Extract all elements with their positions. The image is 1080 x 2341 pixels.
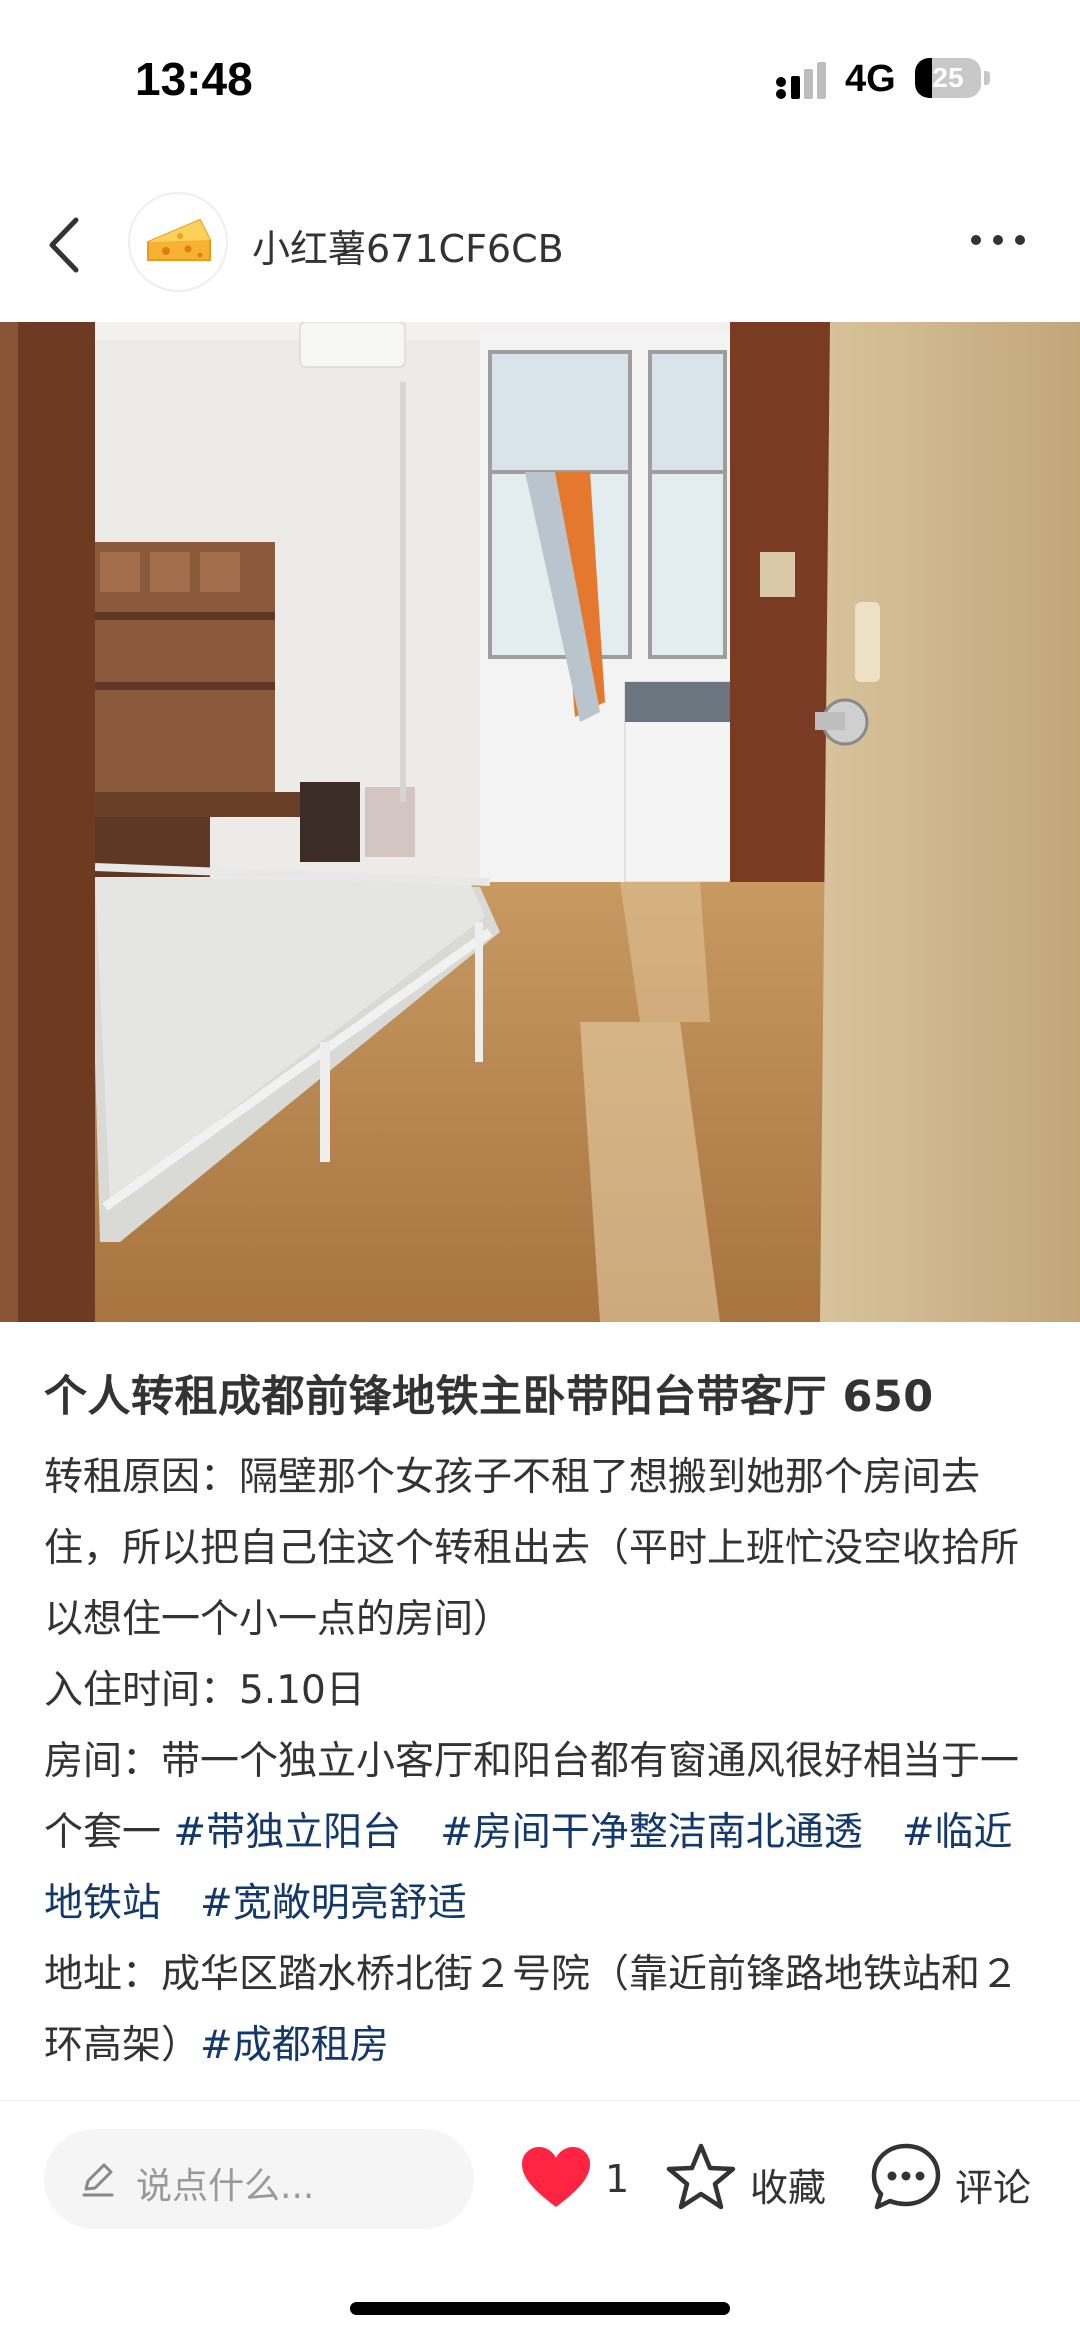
note-content: 个人转租成都前锋地铁主卧带阳台带客厅 650 转租原因：隔壁那个女孩子不租了想搬… bbox=[44, 1340, 1044, 2081]
hashtag[interactable]: #带独立阳台 bbox=[173, 1810, 401, 1855]
bottom-action-bar: 说点什么... 1 收藏 评论 bbox=[0, 2100, 1080, 2251]
hashtag[interactable]: #房间干净整洁南北通透 bbox=[440, 1810, 863, 1855]
more-dots-icon[interactable] bbox=[968, 220, 1028, 260]
collect-label: 收藏 bbox=[750, 2166, 827, 2210]
signal-icon bbox=[776, 62, 826, 99]
address-text: 地址：成华区踏水桥北街２号院（靠近前锋路地铁站和２环高架） bbox=[44, 1952, 1020, 2068]
movein-line: 入住时间：5.10日 bbox=[44, 1668, 365, 1713]
room-line: 房间：带一个独立小客厅和阳台都有窗通风很好相当于一个套一 #带独立阳台 #房间干… bbox=[44, 1726, 1044, 1939]
post-body: 转租原因：隔壁那个女孩子不租了想搬到她那个房间去住，所以把自己住这个转租出去（平… bbox=[44, 1442, 1044, 2081]
author-name[interactable]: 小红薯671CF6CB bbox=[252, 218, 564, 273]
home-indicator bbox=[350, 2302, 730, 2315]
comment-label: 评论 bbox=[955, 2166, 1032, 2210]
note-header: 小红薯671CF6CB bbox=[0, 180, 1080, 310]
cheese-avatar-icon bbox=[147, 218, 211, 261]
status-bar: 13:48 4G 25 bbox=[0, 0, 1080, 150]
like-count: 1 bbox=[605, 2157, 630, 2201]
comment-input[interactable]: 说点什么... bbox=[44, 2129, 474, 2229]
collect-button[interactable]: 收藏 bbox=[665, 2141, 845, 2221]
post-photo[interactable] bbox=[0, 322, 1080, 1322]
avatar[interactable] bbox=[128, 192, 228, 292]
heart-icon bbox=[522, 2147, 590, 2207]
chat-bubble-icon bbox=[871, 2143, 941, 2210]
battery-level: 25 bbox=[932, 62, 964, 93]
comment-placeholder: 说点什么... bbox=[136, 2166, 315, 2207]
back-arrow-icon[interactable] bbox=[40, 210, 90, 280]
network-type: 4G bbox=[845, 58, 896, 100]
status-time: 13:48 bbox=[135, 53, 253, 105]
pencil-icon bbox=[82, 2163, 114, 2197]
star-icon bbox=[666, 2143, 736, 2210]
room-photo bbox=[0, 322, 1080, 1322]
post-title: 个人转租成都前锋地铁主卧带阳台带客厅 650 bbox=[44, 1372, 934, 1422]
hashtag[interactable]: #成都租房 bbox=[200, 2023, 389, 2068]
hashtag[interactable]: #宽敞明亮舒适 bbox=[200, 1881, 467, 1926]
battery-icon: 25 bbox=[915, 58, 991, 100]
reason-line: 转租原因：隔壁那个女孩子不租了想搬到她那个房间去住，所以把自己住这个转租出去（平… bbox=[44, 1455, 1020, 1642]
address-line: 地址：成华区踏水桥北街２号院（靠近前锋路地铁站和２环高架）#成都租房 bbox=[44, 1939, 1044, 2081]
comment-button[interactable]: 评论 bbox=[870, 2141, 1050, 2221]
